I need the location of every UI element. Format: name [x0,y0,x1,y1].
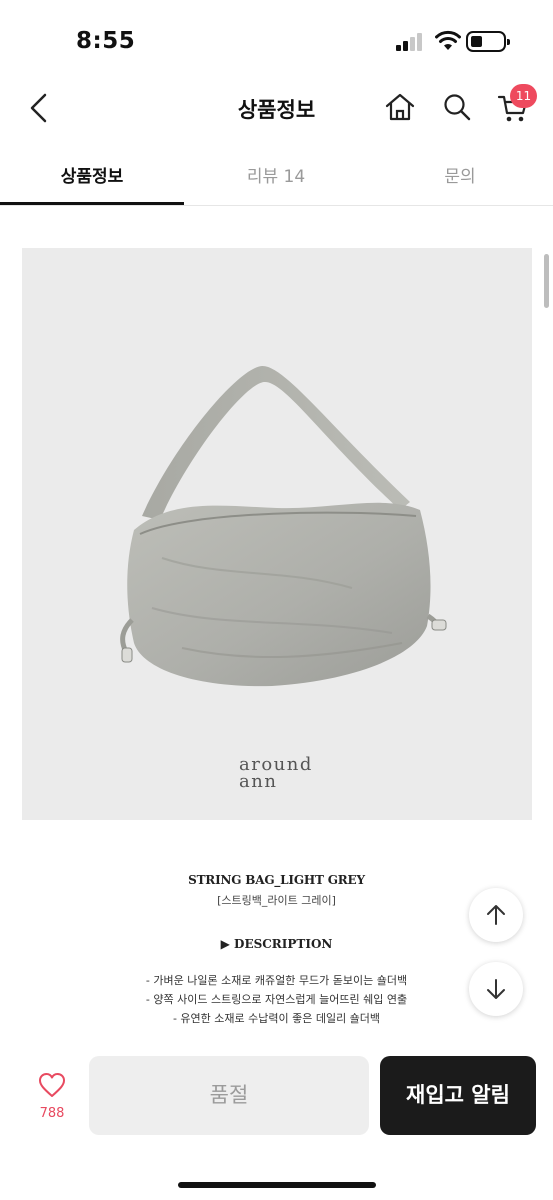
heart-icon [39,1073,65,1097]
search-icon[interactable] [442,92,472,122]
top-nav-bar: 상품정보 [0,80,553,136]
soldout-button[interactable]: 품절 [89,1056,369,1135]
status-time: 8:55 [76,28,136,54]
description-heading: ▶ DESCRIPTION [220,937,333,951]
tab-product-info[interactable]: 상품정보 [0,162,184,187]
arrow-down-icon [487,979,505,999]
cellular-signal-icon [396,33,424,51]
like-button[interactable]: 788 [32,1072,72,1121]
brand-logo: around ann [239,754,313,792]
restock-alert-button[interactable]: 재입고 알림 [380,1056,536,1135]
arrow-up-icon [487,905,505,925]
description-bullet: - 유연한 소재로 수납력이 좋은 데일리 숄더백 [172,1012,381,1025]
scroll-up-button[interactable] [469,888,523,942]
status-bar: 8:55 [0,0,553,80]
scrollbar[interactable] [544,254,549,308]
home-icon[interactable] [384,92,416,122]
active-tab-indicator [0,202,184,205]
wifi-icon [435,30,461,50]
tab-bar: 상품정보 리뷰 14 문의 [0,150,553,206]
product-name: STRING BAG_LIGHT GREY [188,873,365,887]
tab-inquiry[interactable]: 문의 [368,162,552,187]
shoulder-bag-illustration [120,365,447,687]
battery-icon [466,31,510,52]
product-image: around ann [22,248,532,820]
like-count: 788 [39,1106,65,1121]
home-indicator [178,1182,376,1188]
tab-reviews[interactable]: 리뷰 14 [184,162,368,187]
cart-count-badge: 11 [510,84,537,108]
bottom-action-bar: 788 품절 재입고 알림 [0,1040,553,1200]
scroll-down-button[interactable] [469,962,523,1016]
